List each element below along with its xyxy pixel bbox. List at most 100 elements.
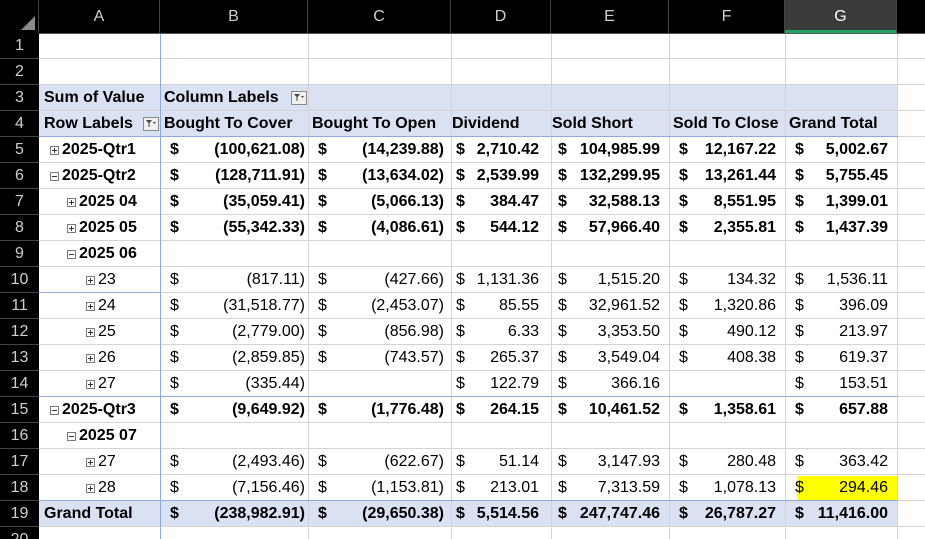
row-header-10[interactable]: 10: [0, 267, 39, 293]
grand-total-value-4[interactable]: 26,787.27: [693, 501, 776, 527]
row-15-currency[interactable]: $: [679, 397, 693, 423]
row-12-currency[interactable]: $: [170, 319, 184, 345]
row-15-value-5[interactable]: 657.88: [809, 397, 888, 423]
row-header-4[interactable]: 4: [0, 111, 39, 137]
row-11-value-5[interactable]: 396.09: [809, 293, 888, 319]
row-11-value-1[interactable]: (2,453.07): [332, 293, 444, 319]
row-15-currency[interactable]: $: [318, 397, 332, 423]
row-label[interactable]: 2025-Qtr2: [62, 163, 162, 189]
row-13-value-1[interactable]: (743.57): [332, 345, 444, 371]
row-15-value-4[interactable]: 1,358.61: [693, 397, 776, 423]
row-10-currency[interactable]: $: [795, 267, 809, 293]
column-header-e[interactable]: E: [551, 0, 669, 33]
row-5-currency[interactable]: $: [679, 137, 693, 163]
collapse-icon[interactable]: [67, 250, 76, 259]
row-13-value-5[interactable]: 619.37: [809, 345, 888, 371]
row-14-currency[interactable]: $: [795, 371, 809, 397]
grand-total-value-0[interactable]: (238,982.91): [184, 501, 305, 527]
row-17-value-4[interactable]: 280.48: [693, 449, 776, 475]
expand-icon[interactable]: [86, 302, 95, 311]
row-6-value-2[interactable]: 2,539.99: [470, 163, 539, 189]
grand-total-value-5[interactable]: 11,416.00: [809, 501, 888, 527]
row-5-value-1[interactable]: (14,239.88): [332, 137, 444, 163]
row-header-5[interactable]: 5: [0, 137, 39, 163]
row-14-currency[interactable]: $: [456, 371, 470, 397]
row-12-value-4[interactable]: 490.12: [693, 319, 776, 345]
pivot-corner-label[interactable]: Sum of Value: [44, 85, 160, 111]
grand-total-currency[interactable]: $: [558, 501, 572, 527]
row-14-value-5[interactable]: 153.51: [809, 371, 888, 397]
column-header-d[interactable]: D: [451, 0, 551, 33]
row-11-currency[interactable]: $: [679, 293, 693, 319]
row-13-value-3[interactable]: 3,549.04: [572, 345, 660, 371]
row-7-value-2[interactable]: 384.47: [470, 189, 539, 215]
row-8-currency[interactable]: $: [456, 215, 470, 241]
row-6-currency[interactable]: $: [795, 163, 809, 189]
row-header-2[interactable]: 2: [0, 59, 39, 85]
row-10-currency[interactable]: $: [456, 267, 470, 293]
row-7-currency[interactable]: $: [170, 189, 184, 215]
row-7-value-1[interactable]: (5,066.13): [332, 189, 444, 215]
row-15-value-3[interactable]: 10,461.52: [572, 397, 660, 423]
row-8-currency[interactable]: $: [679, 215, 693, 241]
row-11-currency[interactable]: $: [170, 293, 184, 319]
row-7-value-5[interactable]: 1,399.01: [809, 189, 888, 215]
row-label[interactable]: 2025 07: [79, 423, 179, 449]
row-7-currency[interactable]: $: [318, 189, 332, 215]
row-header-20[interactable]: 20: [0, 527, 39, 539]
row-5-value-0[interactable]: (100,621.08): [184, 137, 305, 163]
row-11-value-2[interactable]: 85.55: [470, 293, 539, 319]
row-8-value-1[interactable]: (4,086.61): [332, 215, 444, 241]
row-15-currency[interactable]: $: [558, 397, 572, 423]
row-13-currency[interactable]: $: [170, 345, 184, 371]
row-17-currency[interactable]: $: [679, 449, 693, 475]
select-all-button[interactable]: [0, 0, 39, 33]
row-5-currency[interactable]: $: [795, 137, 809, 163]
row-12-currency[interactable]: $: [318, 319, 332, 345]
row-13-currency[interactable]: $: [795, 345, 809, 371]
expand-icon[interactable]: [67, 224, 76, 233]
grand-total-currency[interactable]: $: [795, 501, 809, 527]
column-header-a[interactable]: A: [39, 0, 160, 33]
row-12-value-0[interactable]: (2,779.00): [184, 319, 305, 345]
expand-icon[interactable]: [50, 146, 59, 155]
row-12-currency[interactable]: $: [456, 319, 470, 345]
grand-total-value-3[interactable]: 247,747.46: [572, 501, 660, 527]
row-13-value-4[interactable]: 408.38: [693, 345, 776, 371]
row-7-value-0[interactable]: (35,059.41): [184, 189, 305, 215]
row-11-currency[interactable]: $: [795, 293, 809, 319]
row-7-currency[interactable]: $: [558, 189, 572, 215]
row-header-6[interactable]: 6: [0, 163, 39, 189]
row-6-currency[interactable]: $: [318, 163, 332, 189]
expand-icon[interactable]: [86, 276, 95, 285]
expand-icon[interactable]: [86, 328, 95, 337]
row-10-value-4[interactable]: 134.32: [693, 267, 776, 293]
row-11-value-4[interactable]: 1,320.86: [693, 293, 776, 319]
grand-total-currency[interactable]: $: [170, 501, 184, 527]
row-5-value-3[interactable]: 104,985.99: [572, 137, 660, 163]
row-5-currency[interactable]: $: [456, 137, 470, 163]
row-15-value-0[interactable]: (9,649.92): [184, 397, 305, 423]
row-13-currency[interactable]: $: [318, 345, 332, 371]
row-13-currency[interactable]: $: [679, 345, 693, 371]
row-6-value-1[interactable]: (13,634.02): [332, 163, 444, 189]
row-13-currency[interactable]: $: [456, 345, 470, 371]
row-7-value-4[interactable]: 8,551.95: [693, 189, 776, 215]
row-8-currency[interactable]: $: [170, 215, 184, 241]
pivot-header-bought-to-cover[interactable]: Bought To Cover: [164, 111, 309, 137]
row-8-value-0[interactable]: (55,342.33): [184, 215, 305, 241]
row-12-currency[interactable]: $: [795, 319, 809, 345]
row-7-value-3[interactable]: 32,588.13: [572, 189, 660, 215]
row-18-currency[interactable]: $: [558, 475, 572, 501]
row-header-9[interactable]: 9: [0, 241, 39, 267]
row-13-value-0[interactable]: (2,859.85): [184, 345, 305, 371]
row-15-currency[interactable]: $: [456, 397, 470, 423]
row-17-currency[interactable]: $: [318, 449, 332, 475]
row-18-value-5[interactable]: 294.46: [809, 475, 888, 501]
row-11-currency[interactable]: $: [456, 293, 470, 319]
row-14-value-3[interactable]: 366.16: [572, 371, 660, 397]
row-15-value-1[interactable]: (1,776.48): [332, 397, 444, 423]
column-labels-filter-button[interactable]: [291, 91, 307, 105]
row-label[interactable]: 2025-Qtr3: [62, 397, 162, 423]
row-14-currency[interactable]: $: [170, 371, 184, 397]
